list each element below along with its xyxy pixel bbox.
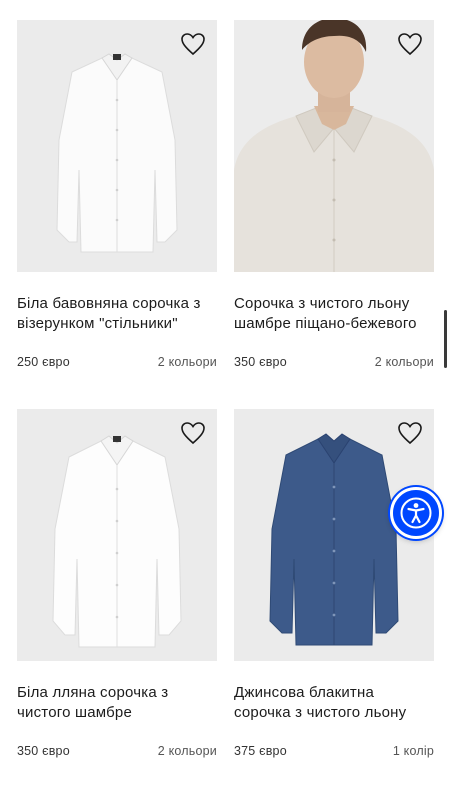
accessibility-person-icon: [400, 497, 432, 529]
product-card[interactable]: Сорочка з чистого льону шамбре піщано-бе…: [234, 20, 434, 369]
product-title[interactable]: Джинсова блакитна сорочка з чистого льон…: [234, 683, 434, 727]
product-colors-count: 2 кольори: [374, 355, 434, 369]
product-title[interactable]: Сорочка з чистого льону шамбре піщано-бе…: [234, 294, 434, 338]
heart-outline-icon: [181, 422, 205, 445]
product-price: 350 євро: [234, 355, 287, 369]
product-title[interactable]: Біла бавовняна сорочка з візерунком "сті…: [17, 294, 217, 338]
scrollbar[interactable]: [444, 310, 447, 368]
product-colors-count: 1 колір: [392, 744, 434, 758]
heart-outline-icon: [398, 422, 422, 445]
heart-outline-icon: [181, 33, 205, 56]
product-price: 350 євро: [17, 744, 70, 758]
product-meta: 350 євро 2 кольори: [17, 744, 217, 758]
product-card[interactable]: Джинсова блакитна сорочка з чистого льон…: [234, 409, 434, 758]
product-title[interactable]: Біла лляна сорочка з чистого шамбре: [17, 683, 217, 727]
product-colors-count: 2 кольори: [157, 744, 217, 758]
product-meta: 350 євро 2 кольори: [234, 355, 434, 369]
product-image[interactable]: [234, 20, 434, 272]
product-image[interactable]: [17, 20, 217, 272]
product-price: 375 євро: [234, 744, 287, 758]
beige-shirt-model-image: [234, 20, 434, 272]
product-meta: 250 євро 2 кольори: [17, 355, 217, 369]
favorite-button[interactable]: [180, 32, 206, 56]
product-image[interactable]: [17, 409, 217, 661]
favorite-button[interactable]: [397, 421, 423, 445]
product-grid: Біла бавовняна сорочка з візерунком "сті…: [0, 0, 450, 800]
white-shirt-image: [17, 20, 217, 272]
product-meta: 375 євро 1 колір: [234, 744, 434, 758]
product-card[interactable]: Біла бавовняна сорочка з візерунком "сті…: [17, 20, 217, 369]
favorite-button[interactable]: [397, 32, 423, 56]
product-price: 250 євро: [17, 355, 70, 369]
favorite-button[interactable]: [180, 421, 206, 445]
product-card[interactable]: Біла лляна сорочка з чистого шамбре 350 …: [17, 409, 217, 758]
white-linen-shirt-image: [17, 409, 217, 661]
accessibility-button[interactable]: [390, 487, 442, 539]
heart-outline-icon: [398, 33, 422, 56]
product-colors-count: 2 кольори: [157, 355, 217, 369]
